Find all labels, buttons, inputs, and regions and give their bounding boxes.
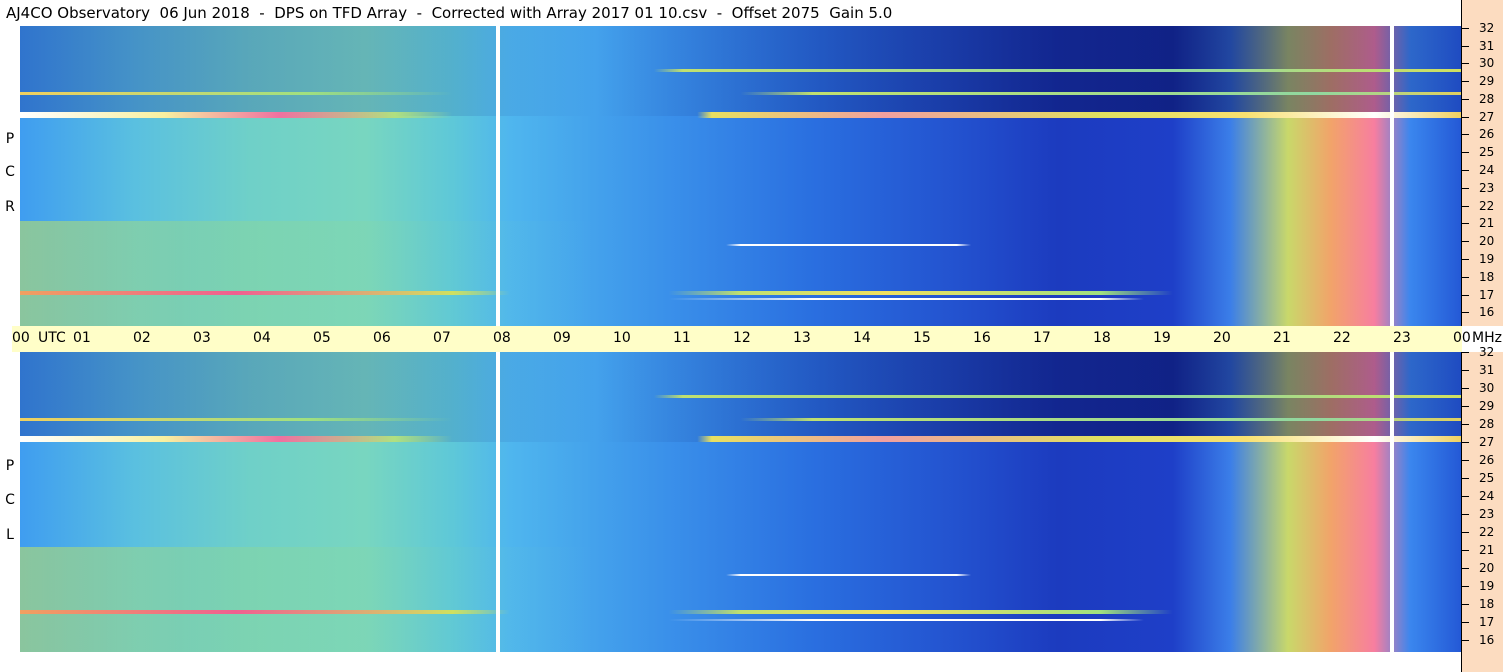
interference-band xyxy=(20,619,1461,621)
mhz-unit-label: MHz xyxy=(1472,330,1502,346)
time-tick: 19 xyxy=(1153,330,1171,346)
mhz-tick: 19 xyxy=(1461,252,1495,266)
mhz-tick: 23 xyxy=(1461,181,1495,195)
panel-letter: P xyxy=(5,458,15,474)
frequency-scale-bottom: 32 31 30 29 28 27 26 25 24 23 22 21 20 1… xyxy=(1461,345,1503,672)
interference-band xyxy=(20,610,1461,614)
panel-label-rcp: P C R xyxy=(0,26,20,326)
time-axis: 00 UTC 01 02 03 04 05 06 07 08 09 10 11 … xyxy=(12,326,1502,352)
data-gap-line xyxy=(1390,26,1394,326)
mhz-tick: 18 xyxy=(1461,597,1495,611)
mhz-tick: 27 xyxy=(1461,110,1495,124)
time-tick: 02 xyxy=(133,330,151,346)
time-tick: 13 xyxy=(793,330,811,346)
utc-label: UTC xyxy=(38,330,66,346)
time-tick: 23 xyxy=(1393,330,1411,346)
mhz-tick: 24 xyxy=(1461,163,1495,177)
interference-band xyxy=(20,112,1461,118)
mhz-tick: 30 xyxy=(1461,56,1495,70)
mhz-tick: 28 xyxy=(1461,92,1495,106)
interference-band xyxy=(20,436,1461,442)
mhz-tick: 18 xyxy=(1461,270,1495,284)
interference-band xyxy=(20,395,1461,398)
interference-band xyxy=(20,69,1461,72)
frequency-scale-top: 32 31 30 29 28 27 26 25 24 23 22 21 20 1… xyxy=(1461,0,1503,326)
panel-letter: C xyxy=(5,492,15,508)
interference-band xyxy=(20,244,1461,246)
time-tick: 11 xyxy=(673,330,691,346)
time-tick: 21 xyxy=(1273,330,1291,346)
time-tick: 06 xyxy=(373,330,391,346)
mhz-tick: 25 xyxy=(1461,471,1495,485)
time-tick: 04 xyxy=(253,330,271,346)
low-frequency-wash xyxy=(20,221,1461,326)
mhz-tick: 29 xyxy=(1461,74,1495,88)
time-tick: 18 xyxy=(1093,330,1111,346)
mhz-tick: 32 xyxy=(1461,21,1495,35)
time-tick: 09 xyxy=(553,330,571,346)
time-tick: 07 xyxy=(433,330,451,346)
interference-band xyxy=(20,291,1461,295)
interference-band xyxy=(20,298,1461,300)
panel-letter: C xyxy=(5,164,15,180)
mhz-tick: 22 xyxy=(1461,525,1495,539)
mhz-tick: 16 xyxy=(1461,633,1495,647)
mhz-tick: 20 xyxy=(1461,234,1495,248)
data-gap-line xyxy=(1390,352,1394,652)
mhz-tick: 27 xyxy=(1461,435,1495,449)
mhz-tick: 21 xyxy=(1461,543,1495,557)
mhz-tick: 19 xyxy=(1461,579,1495,593)
panel-label-lcp: P C L xyxy=(0,352,20,652)
interference-band xyxy=(20,574,1461,576)
mhz-tick: 16 xyxy=(1461,305,1495,319)
mhz-tick: 20 xyxy=(1461,561,1495,575)
interference-band xyxy=(20,92,1461,95)
spectrogram-title: AJ4CO Observatory 06 Jun 2018 - DPS on T… xyxy=(0,0,1462,26)
mhz-tick: 32 xyxy=(1461,345,1495,359)
mhz-tick: 26 xyxy=(1461,453,1495,467)
mhz-tick: 30 xyxy=(1461,381,1495,395)
data-gap-line xyxy=(496,352,500,652)
time-tick: 00 xyxy=(1453,330,1471,346)
data-gap-line xyxy=(496,26,500,326)
time-tick: 03 xyxy=(193,330,211,346)
mhz-tick: 22 xyxy=(1461,199,1495,213)
time-tick: 10 xyxy=(613,330,631,346)
time-tick: 12 xyxy=(733,330,751,346)
mhz-tick: 26 xyxy=(1461,127,1495,141)
mhz-tick: 31 xyxy=(1461,363,1495,377)
mhz-tick: 17 xyxy=(1461,288,1495,302)
time-tick: 01 xyxy=(73,330,91,346)
time-tick: 14 xyxy=(853,330,871,346)
mhz-tick: 31 xyxy=(1461,39,1495,53)
panel-letter: L xyxy=(6,527,14,543)
time-tick: 20 xyxy=(1213,330,1231,346)
mhz-tick: 24 xyxy=(1461,489,1495,503)
panel-letter: R xyxy=(5,199,15,215)
time-tick: 22 xyxy=(1333,330,1351,346)
mhz-tick: 21 xyxy=(1461,216,1495,230)
time-tick: 00 xyxy=(12,330,30,346)
mhz-tick: 23 xyxy=(1461,507,1495,521)
low-frequency-wash xyxy=(20,547,1461,652)
mhz-tick: 28 xyxy=(1461,417,1495,431)
time-tick: 17 xyxy=(1033,330,1051,346)
mhz-tick: 29 xyxy=(1461,399,1495,413)
time-tick: 15 xyxy=(913,330,931,346)
interference-band xyxy=(20,418,1461,421)
mhz-tick: 17 xyxy=(1461,615,1495,629)
spectrogram-panel-lcp xyxy=(20,352,1461,652)
mhz-tick: 25 xyxy=(1461,145,1495,159)
panel-letter: P xyxy=(5,131,15,147)
time-tick: 16 xyxy=(973,330,991,346)
time-tick: 05 xyxy=(313,330,331,346)
spectrogram-panel-rcp xyxy=(20,26,1461,326)
time-tick: 08 xyxy=(493,330,511,346)
